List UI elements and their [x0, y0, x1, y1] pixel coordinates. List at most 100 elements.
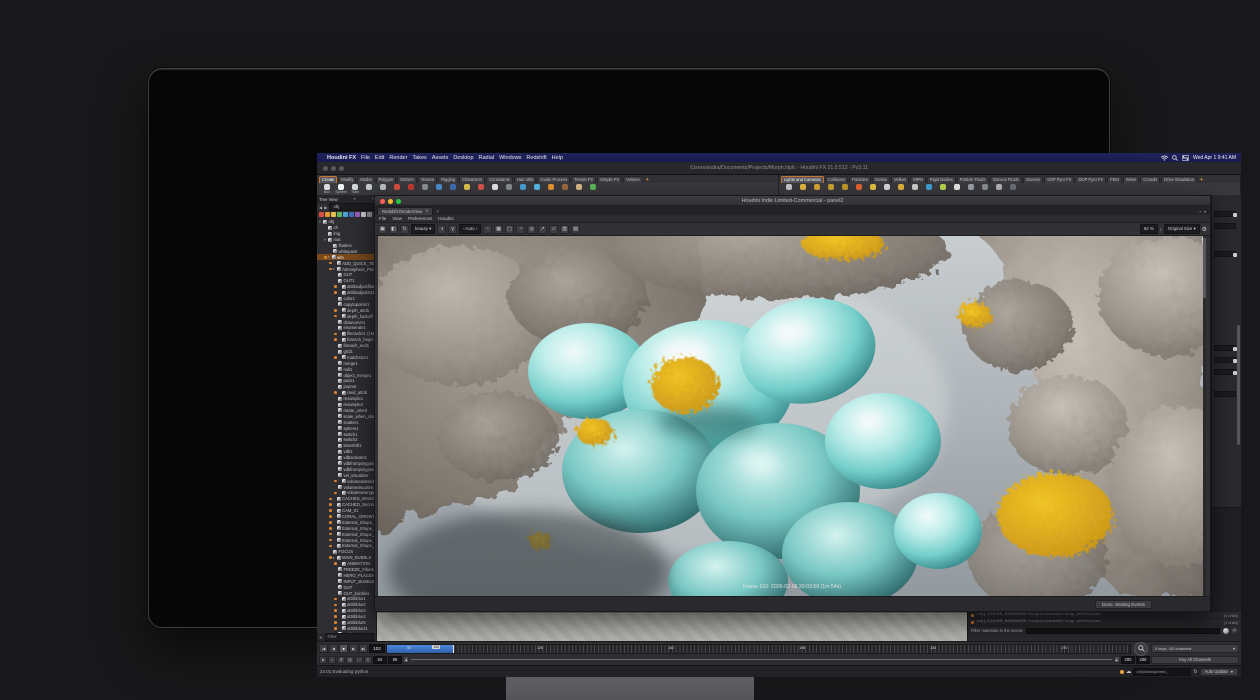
grid-icon[interactable]: ▦	[494, 225, 503, 234]
shelf-tool-icon[interactable]	[826, 184, 836, 190]
pane-menu-icon[interactable]: ▪	[1200, 209, 1201, 214]
window-traffic-lights[interactable]	[323, 166, 344, 171]
menu-view[interactable]: View	[392, 216, 402, 221]
tab-tree-view[interactable]: Tree View	[319, 197, 338, 202]
shelf-tab-simple-fx[interactable]: Simple FX	[597, 176, 622, 183]
shelf-tool-icon[interactable]	[798, 184, 808, 190]
shelf-tool-icon[interactable]	[896, 184, 906, 190]
menubar-clock[interactable]: Wed Apr 1 9:41 AM	[1193, 155, 1236, 161]
auto-range-dropdown[interactable]: ‹ Auto ›	[459, 224, 481, 234]
param-field[interactable]	[1214, 211, 1236, 217]
shelf-tab-vellum[interactable]: Vellum	[891, 176, 909, 183]
shelf-tab-rigging[interactable]: Rigging	[438, 176, 458, 183]
shelf-tool-icon[interactable]	[994, 184, 1004, 190]
jump-end-button[interactable]: ▶|	[359, 644, 368, 653]
shelf-tab-rigid-bodies[interactable]: Rigid Bodies	[927, 176, 956, 183]
shelf-tool-icon[interactable]: Sphere	[336, 184, 346, 195]
shelf-tool-icon[interactable]	[812, 184, 822, 190]
aov-dropdown[interactable]: beauty ▾	[411, 224, 435, 234]
gamma-icon[interactable]: γ	[448, 225, 457, 234]
options-icon[interactable]: ≡	[364, 656, 372, 664]
node-type-icon[interactable]	[337, 212, 342, 217]
shelf-tool-icon[interactable]	[588, 184, 598, 190]
material-row[interactable]: /obj/CACHED_MAINSHAPE/voxquickshade1/sho…	[968, 612, 1241, 619]
shelf-tab-deform[interactable]: Deform	[397, 176, 416, 183]
close-tab-icon[interactable]: ✕	[425, 208, 428, 215]
record-icon[interactable]: ●	[319, 656, 327, 664]
material-row[interactable]: /obj/CACHED_MAINSHAPE/voxquickshade2/sho…	[968, 619, 1241, 626]
menu-preferences[interactable]: Preferences	[408, 216, 432, 221]
shelf-tool-icon[interactable]	[532, 184, 542, 190]
shelf-tool-icon[interactable]	[938, 184, 948, 190]
shelf-tool-icon[interactable]	[518, 184, 528, 190]
range-handle-right[interactable]: ▶	[1114, 656, 1120, 663]
size-dropdown[interactable]: Original Size ▾	[1164, 224, 1200, 234]
expand-icon[interactable]: ↗	[538, 225, 547, 234]
tab-redshift-renderview[interactable]: Redshift RenderView ✕	[377, 207, 433, 215]
realtime-icon[interactable]: ◎	[346, 656, 354, 664]
shelf-tab-polygon[interactable]: Polygon	[376, 176, 397, 183]
current-frame-field[interactable]: 102	[369, 644, 385, 653]
shelf-tool-icon[interactable]	[980, 184, 990, 190]
param-field[interactable]	[1214, 369, 1236, 375]
shelf-tab-volume[interactable]: Volume	[623, 176, 643, 183]
render-viewport[interactable]: Frame 102: 2026-02-06 20:03:58 (1m 54s)	[378, 236, 1206, 598]
param-field[interactable]	[1214, 223, 1236, 229]
shelf-tool-icon[interactable]	[420, 184, 430, 190]
shelf-tool-icon[interactable]	[560, 184, 570, 190]
shelf-tool-icon[interactable]	[840, 184, 850, 190]
menu-takes[interactable]: Takes	[412, 155, 426, 161]
shelf-tab-modify[interactable]: Modify	[338, 176, 356, 183]
menu-render[interactable]: Render	[389, 155, 407, 161]
shelf-tab-particle-fluids[interactable]: Particle Fluids	[957, 176, 989, 183]
close-icon[interactable]	[380, 199, 385, 204]
key-all-channels-button[interactable]: Key All Channels	[1151, 656, 1239, 664]
menu-help[interactable]: Help	[552, 155, 563, 161]
shelf-tool-icon[interactable]	[882, 184, 892, 190]
refresh-icon[interactable]: ↻	[400, 225, 409, 234]
color-correct-icon[interactable]: ◑	[437, 225, 446, 234]
play-end-field[interactable]: 280	[1121, 656, 1135, 664]
shelf-tool-icon[interactable]: Tube	[350, 184, 360, 195]
scrollbar[interactable]	[1237, 325, 1240, 445]
param-field[interactable]	[1214, 251, 1236, 257]
shelf-tab-dop-pyro-fx[interactable]: DOP Pyro FX	[1075, 176, 1106, 183]
menu-file[interactable]: File	[361, 155, 370, 161]
stop-button[interactable]: ■	[339, 644, 348, 653]
shelf-tab-drive-simulation[interactable]: Drive Simulation	[1161, 176, 1197, 183]
refresh-icon[interactable]: ↻	[1193, 669, 1197, 675]
node-jack-icon[interactable]	[1233, 213, 1237, 217]
node-jack-icon[interactable]	[1233, 253, 1237, 257]
shelf-tool-icon[interactable]	[1008, 184, 1018, 190]
node-type-icon[interactable]	[325, 212, 330, 217]
shelf-tab-wires[interactable]: Wires	[1123, 176, 1139, 183]
node-type-icon[interactable]	[331, 212, 336, 217]
node-type-icon[interactable]	[367, 212, 372, 217]
forward-icon[interactable]: ▶	[324, 205, 327, 210]
shelf-tab-lights-and-cameras[interactable]: Lights and Cameras	[781, 176, 824, 183]
play-button[interactable]: ▶	[349, 644, 358, 653]
shelf-tab-texture[interactable]: Texture	[418, 176, 437, 183]
shelf-tab-model[interactable]: Model	[357, 176, 374, 183]
shelf-tab-item[interactable]: +	[1198, 177, 1205, 183]
zoom-icon[interactable]	[339, 166, 344, 171]
shelf-tool-icon[interactable]	[910, 184, 920, 190]
shelf-tool-icon[interactable]	[476, 184, 486, 190]
menu-redshift[interactable]: Redshift	[526, 155, 546, 161]
menu-radial[interactable]: Radial	[479, 155, 495, 161]
redshift-window-titlebar[interactable]: Houdini Indie Limited-Commercial - panel…	[375, 196, 1210, 206]
shelf-tool-icon[interactable]	[448, 184, 458, 190]
shelf-tab-crowds[interactable]: Crowds	[1140, 176, 1160, 183]
gear-icon[interactable]: ⚙	[1202, 226, 1207, 233]
magnifier-button[interactable]	[1134, 642, 1148, 656]
shelf-tool-icon[interactable]	[868, 184, 878, 190]
back-icon[interactable]: ◀	[319, 205, 322, 210]
shelf-tool-icon[interactable]	[924, 184, 934, 190]
menu-file[interactable]: File	[379, 216, 386, 221]
expanded-arrow-icon[interactable]: ▾	[333, 556, 337, 560]
minimize-icon[interactable]	[331, 166, 336, 171]
shelf-tool-icon[interactable]: Box	[322, 184, 332, 195]
range-start-field[interactable]: 84	[373, 656, 387, 664]
shelf-tool-icon[interactable]	[784, 184, 794, 190]
shelf-tab-guide-process[interactable]: Guide Process	[537, 176, 570, 183]
